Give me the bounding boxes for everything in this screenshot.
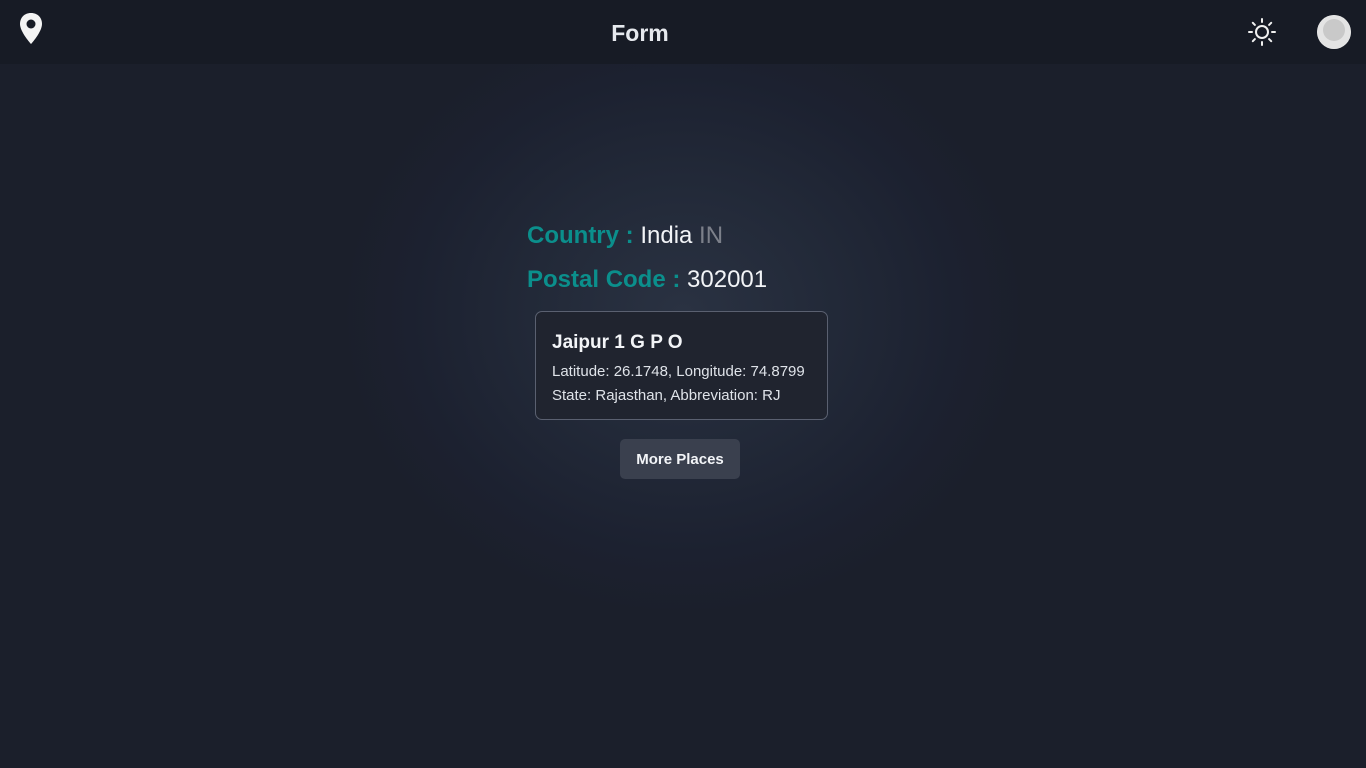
postal-code-value: 302001 [687, 266, 768, 293]
country-label: Country : [527, 222, 634, 249]
more-places-button[interactable]: More Places [620, 439, 740, 479]
page-title: Form [611, 20, 669, 46]
top-navbar: Form [0, 0, 1366, 64]
country-code: IN [699, 222, 724, 249]
country-name: India [640, 222, 693, 249]
country-row: Country : India IN [527, 214, 847, 258]
place-state: State: Rajasthan, Abbreviation: RJ [552, 387, 781, 404]
place-coordinates: Latitude: 26.1748, Longitude: 74.8799 [552, 363, 805, 380]
postal-code-label: Postal Code : [527, 266, 681, 293]
sun-icon[interactable] [1246, 16, 1278, 48]
location-summary: Country : India IN Postal Code : 302001 [527, 214, 847, 302]
place-card: Jaipur 1 G P O Latitude: 26.1748, Longit… [535, 311, 828, 420]
main-content: Country : India IN Postal Code : 302001 … [0, 64, 1366, 768]
user-avatar[interactable] [1317, 15, 1351, 49]
postal-code-row: Postal Code : 302001 [527, 258, 847, 302]
place-name: Jaipur 1 G P O [552, 332, 683, 353]
